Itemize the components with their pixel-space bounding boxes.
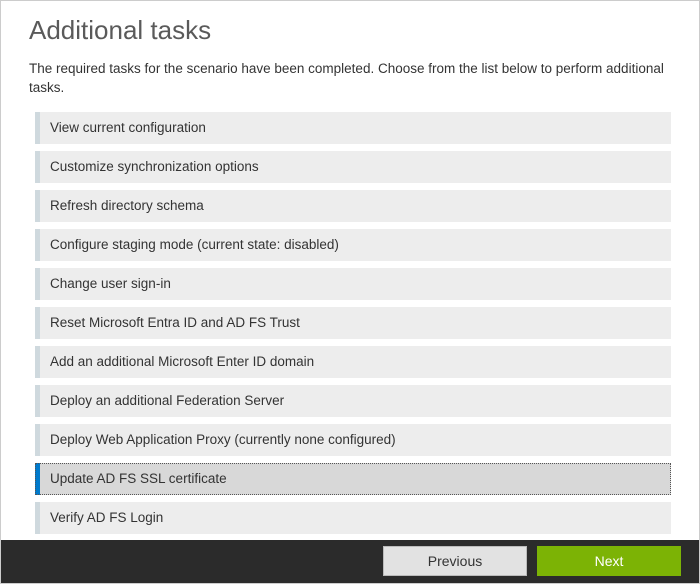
task-label: Refresh directory schema (50, 198, 204, 213)
task-item[interactable]: View current configuration (35, 112, 671, 144)
task-item[interactable]: Add an additional Microsoft Enter ID dom… (35, 346, 671, 378)
task-item[interactable]: Change user sign-in (35, 268, 671, 300)
task-list: View current configuration Customize sync… (29, 112, 671, 534)
task-label: Add an additional Microsoft Enter ID dom… (50, 354, 314, 369)
task-item[interactable]: Refresh directory schema (35, 190, 671, 222)
task-label: Deploy an additional Federation Server (50, 393, 284, 408)
task-label: Deploy Web Application Proxy (currently … (50, 432, 396, 447)
task-label: Change user sign-in (50, 276, 171, 291)
task-item[interactable]: Deploy Web Application Proxy (currently … (35, 424, 671, 456)
task-item[interactable]: Deploy an additional Federation Server (35, 385, 671, 417)
task-label: Configure staging mode (current state: d… (50, 237, 339, 252)
task-label: View current configuration (50, 120, 206, 135)
previous-button[interactable]: Previous (383, 546, 527, 576)
task-item[interactable]: Verify AD FS Login (35, 502, 671, 534)
next-button[interactable]: Next (537, 546, 681, 576)
task-label: Customize synchronization options (50, 159, 259, 174)
task-item[interactable]: Update AD FS SSL certificate (35, 463, 671, 495)
content-area: Additional tasks The required tasks for … (1, 1, 699, 540)
page-title: Additional tasks (29, 15, 671, 46)
task-item[interactable]: Configure staging mode (current state: d… (35, 229, 671, 261)
task-item[interactable]: Customize synchronization options (35, 151, 671, 183)
task-label: Reset Microsoft Entra ID and AD FS Trust (50, 315, 300, 330)
task-label: Update AD FS SSL certificate (50, 471, 227, 486)
footer-bar: Previous Next (1, 540, 699, 583)
task-item[interactable]: Reset Microsoft Entra ID and AD FS Trust (35, 307, 671, 339)
page-description: The required tasks for the scenario have… (29, 60, 671, 98)
task-label: Verify AD FS Login (50, 510, 163, 525)
